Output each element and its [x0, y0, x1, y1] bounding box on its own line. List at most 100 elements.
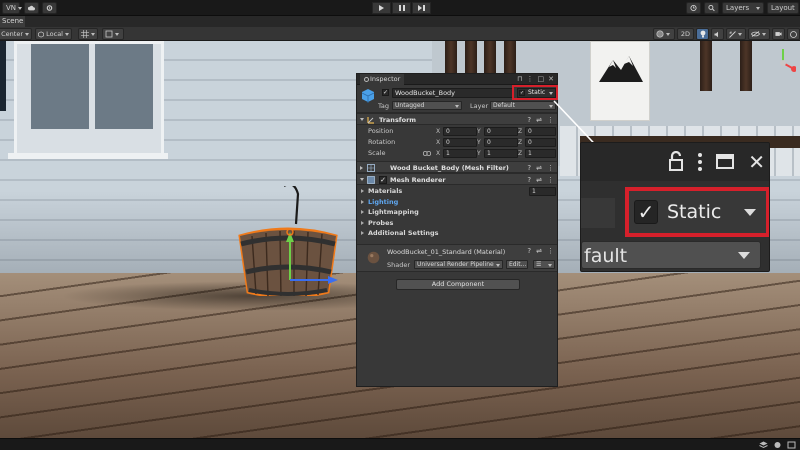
foldout-collapsed-icon[interactable]: [361, 199, 364, 204]
layers-dropdown[interactable]: Layers: [722, 2, 764, 14]
grid-snap-button[interactable]: [78, 28, 98, 40]
zoom-tab-area: ✕: [581, 143, 769, 181]
rotation-y-field[interactable]: 0: [484, 138, 518, 147]
lighting-status-icon[interactable]: [773, 441, 782, 449]
visibility-dropdown[interactable]: [748, 28, 770, 40]
more-options-icon[interactable]: ⋮: [527, 75, 534, 83]
additional-settings-section[interactable]: Additional Settings: [357, 228, 557, 239]
shader-dropdown[interactable]: Universal Render Pipeline: [414, 259, 503, 269]
additional-settings-label: Additional Settings: [368, 229, 439, 237]
more-options-icon[interactable]: ⋮: [547, 245, 554, 257]
pivot-dropdown[interactable]: Center: [0, 28, 32, 40]
presets-icon[interactable]: ⇌: [536, 245, 542, 257]
material-options-dropdown[interactable]: ☰: [533, 259, 555, 269]
add-component-button[interactable]: Add Component: [396, 278, 520, 290]
mesh-filter-header[interactable]: Wood Bucket_Body (Mesh Filter) ? ⇌ ⋮: [357, 161, 557, 173]
mesh-renderer-sections: Materials 1 Lighting Lightmapping Probes…: [357, 185, 557, 239]
lock-icon: [669, 151, 684, 171]
toggle-2d-button[interactable]: 2D: [677, 28, 694, 40]
chevron-down-icon: [25, 32, 29, 36]
layer-dropdown[interactable]: Default: [490, 101, 556, 110]
lock-icon[interactable]: ⊓: [517, 75, 522, 83]
gizmos-dropdown[interactable]: [787, 28, 800, 40]
mesh-renderer-enabled-checkbox[interactable]: ✓: [379, 176, 387, 184]
search-button[interactable]: [704, 2, 719, 14]
foldout-expanded-icon[interactable]: [360, 118, 364, 121]
layout-dropdown[interactable]: Layout: [767, 2, 799, 14]
materials-count-field[interactable]: 1: [529, 187, 556, 196]
rail-post: [700, 41, 712, 91]
account-dropdown[interactable]: VN: [2, 2, 23, 14]
mesh-filter-icon: [367, 164, 375, 172]
materials-section[interactable]: Materials 1: [357, 186, 557, 197]
history-button[interactable]: [686, 2, 701, 14]
presets-icon[interactable]: ⇌: [536, 174, 542, 186]
help-icon[interactable]: ?: [527, 114, 531, 126]
help-icon[interactable]: ?: [527, 245, 531, 257]
step-button[interactable]: [412, 2, 431, 14]
rotation-x-field[interactable]: 0: [443, 138, 477, 147]
zoom-static-label: Static: [667, 201, 722, 223]
pause-button[interactable]: [392, 2, 411, 14]
cube-icon: [38, 30, 45, 38]
inspector-tabbar: Inspector ⊓ ⋮ □ ✕: [357, 74, 557, 85]
tab-scene[interactable]: Scene: [0, 16, 26, 27]
presets-icon[interactable]: ⇌: [536, 114, 542, 126]
lighting-section[interactable]: Lighting: [357, 197, 557, 208]
pivot-label: Center: [1, 30, 23, 38]
tag-value: Untagged: [395, 102, 425, 109]
transform-header[interactable]: Transform ? ⇌ ⋮: [357, 113, 557, 125]
orientation-gizmo[interactable]: [770, 45, 796, 81]
link-icon[interactable]: [423, 151, 431, 156]
more-options-icon[interactable]: ⋮: [547, 174, 554, 186]
draw-mode-dropdown[interactable]: [653, 28, 675, 40]
audio-toggle[interactable]: [711, 28, 724, 40]
chevron-down-icon: [738, 32, 742, 36]
layers-stack-icon[interactable]: [759, 441, 768, 449]
axis-z-label: Z: [518, 139, 523, 146]
inspector-window: Inspector ⊓ ⋮ □ ✕ ✓ WoodBucket_Body ✓ St…: [356, 73, 558, 387]
foldout-expanded-icon[interactable]: [360, 178, 364, 181]
cloud-button[interactable]: [24, 2, 39, 14]
camera-settings-button[interactable]: [772, 28, 785, 40]
position-y-field[interactable]: 0: [484, 127, 518, 136]
maximize-icon[interactable]: □: [538, 75, 545, 83]
effects-dropdown[interactable]: [726, 28, 746, 40]
foldout-collapsed-icon[interactable]: [360, 166, 363, 170]
tab-inspector[interactable]: Inspector: [360, 74, 405, 85]
help-icon[interactable]: ?: [527, 174, 531, 186]
collab-button[interactable]: [42, 2, 57, 14]
object-name-field[interactable]: WoodBucket_Body: [392, 88, 514, 98]
debug-icon[interactable]: [787, 441, 796, 449]
space-dropdown[interactable]: Local: [35, 28, 72, 40]
mesh-renderer-header[interactable]: ✓ Mesh Renderer ? ⇌ ⋮: [357, 173, 557, 185]
search-icon: [708, 4, 715, 12]
foldout-collapsed-icon[interactable]: [361, 189, 364, 193]
probes-section[interactable]: Probes: [357, 218, 557, 229]
material-sphere-icon: [367, 251, 380, 263]
static-highlight-box: [512, 85, 558, 100]
position-row: Position X0 Y0 Z0: [357, 126, 557, 137]
inspector-title: Inspector: [370, 75, 401, 83]
foldout-collapsed-icon[interactable]: [361, 220, 364, 225]
shading-icon: [656, 30, 664, 38]
scale-y-field[interactable]: 1: [484, 149, 518, 158]
close-icon[interactable]: ✕: [548, 75, 554, 83]
foldout-collapsed-icon[interactable]: [361, 231, 364, 235]
zoom-name-field: [581, 198, 615, 228]
list-icon: ☰: [536, 260, 542, 268]
lightmapping-section[interactable]: Lightmapping: [357, 207, 557, 218]
wood-bucket-object[interactable]: [236, 186, 340, 296]
play-button[interactable]: [372, 2, 391, 14]
increment-snap-button[interactable]: [102, 28, 124, 40]
lighting-toggle[interactable]: [696, 28, 709, 40]
position-x-field[interactable]: 0: [443, 127, 477, 136]
scale-x-field[interactable]: 1: [443, 149, 477, 158]
foldout-collapsed-icon[interactable]: [361, 210, 364, 214]
chevron-down-icon: [666, 32, 670, 36]
rail-post: [740, 41, 752, 91]
edit-shader-button[interactable]: Edit...: [506, 259, 528, 269]
active-checkbox[interactable]: ✓: [382, 89, 389, 96]
tag-dropdown[interactable]: Untagged: [392, 101, 462, 110]
snap-icon: [105, 30, 113, 38]
